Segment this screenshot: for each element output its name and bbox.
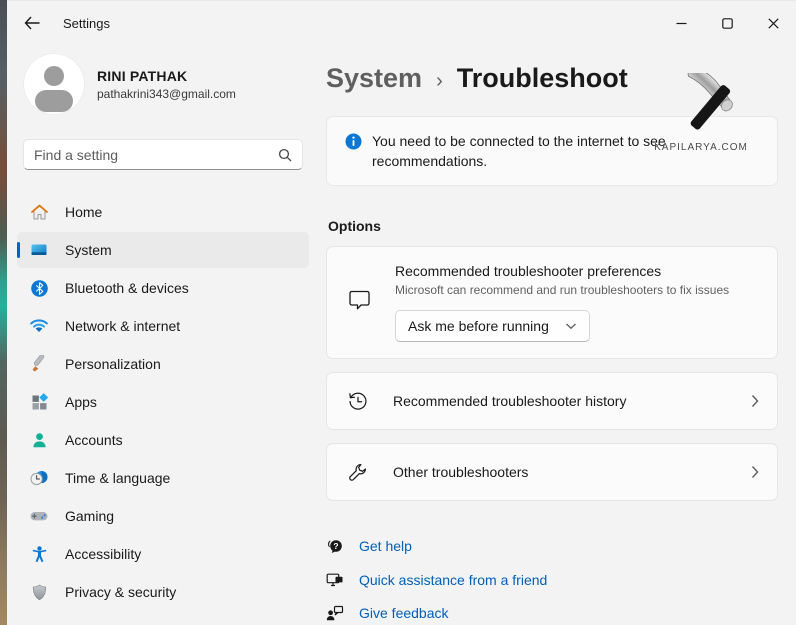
titlebar: Settings: [7, 1, 796, 45]
profile-section[interactable]: RINI PATHAK pathakrini343@gmail.com: [17, 45, 309, 131]
sidebar-item-time-language[interactable]: Time & language: [17, 460, 309, 496]
give-feedback-label: Give feedback: [359, 605, 449, 621]
app-title: Settings: [63, 16, 110, 31]
sidebar-nav: Home System: [17, 194, 309, 610]
apps-icon: [29, 392, 49, 412]
sidebar-item-system[interactable]: System: [17, 232, 309, 268]
quick-assist-icon: [326, 572, 344, 588]
minimize-icon: [676, 18, 687, 29]
help-links: ? Get help Quick assistance from a frien…: [326, 537, 778, 621]
sidebar-item-accessibility[interactable]: Accessibility: [17, 536, 309, 572]
history-label: Recommended troubleshooter history: [393, 393, 626, 409]
search-input[interactable]: [34, 147, 278, 163]
chevron-right-icon: [751, 394, 759, 408]
home-icon: [29, 202, 49, 222]
sidebar-item-label: System: [65, 242, 112, 258]
profile-name: RINI PATHAK: [97, 68, 236, 84]
close-button[interactable]: [750, 1, 796, 45]
privacy-icon: [29, 582, 49, 602]
settings-window: Settings RINI PATHAK pathakrini343@gm: [7, 0, 796, 625]
window-controls: [658, 1, 796, 45]
troubleshooter-history-card[interactable]: Recommended troubleshooter history: [326, 372, 778, 430]
watermark-caption: KAPILARYA.COM: [646, 142, 756, 153]
sidebar-item-label: Personalization: [65, 356, 161, 372]
gaming-icon: [29, 506, 49, 526]
get-help-link[interactable]: ? Get help: [326, 537, 778, 555]
troubleshooter-preference-dropdown[interactable]: Ask me before running: [395, 310, 590, 342]
breadcrumb-parent[interactable]: System: [326, 63, 422, 94]
accessibility-icon: [29, 544, 49, 564]
selected-accent-pill: [17, 242, 20, 258]
feedback-icon: [326, 605, 344, 621]
get-help-label: Get help: [359, 538, 412, 554]
sidebar-item-network-internet[interactable]: Network & internet: [17, 308, 309, 344]
minimize-button[interactable]: [658, 1, 704, 45]
system-icon: [29, 240, 49, 260]
sidebar: RINI PATHAK pathakrini343@gmail.com: [7, 45, 319, 625]
chevron-right-icon: [751, 465, 759, 479]
get-help-icon: ?: [326, 537, 344, 555]
sidebar-item-label: Network & internet: [65, 318, 180, 334]
sidebar-item-gaming[interactable]: Gaming: [17, 498, 309, 534]
options-section-label: Options: [328, 218, 778, 234]
sidebar-item-label: Bluetooth & devices: [65, 280, 189, 296]
sidebar-item-label: Apps: [65, 394, 97, 410]
sidebar-item-bluetooth-devices[interactable]: Bluetooth & devices: [17, 270, 309, 306]
svg-text:?: ?: [333, 541, 338, 551]
back-button[interactable]: [15, 8, 49, 38]
quick-assistance-link[interactable]: Quick assistance from a friend: [326, 572, 778, 588]
desktop-background-strip: [0, 0, 7, 625]
breadcrumb-separator: ›: [436, 70, 443, 93]
sidebar-item-personalization[interactable]: Personalization: [17, 346, 309, 382]
personalization-icon: [29, 354, 49, 374]
page-title: Troubleshoot: [457, 63, 628, 94]
sidebar-item-accounts[interactable]: Accounts: [17, 422, 309, 458]
other-troubleshooters-label: Other troubleshooters: [393, 464, 528, 480]
profile-email: pathakrini343@gmail.com: [97, 87, 236, 101]
preferences-title: Recommended troubleshooter preferences: [395, 263, 729, 279]
sidebar-item-label: Accounts: [65, 432, 123, 448]
wrench-icon: [347, 461, 369, 484]
maximize-icon: [722, 18, 733, 29]
close-icon: [768, 18, 779, 29]
sidebar-item-label: Time & language: [65, 470, 170, 486]
back-arrow-icon: [24, 16, 40, 30]
content-area: RINI PATHAK pathakrini343@gmail.com: [7, 45, 796, 625]
accounts-icon: [29, 430, 49, 450]
maximize-button[interactable]: [704, 1, 750, 45]
sidebar-item-privacy-security[interactable]: Privacy & security: [17, 574, 309, 610]
other-troubleshooters-card[interactable]: Other troubleshooters: [326, 443, 778, 501]
main-panel: KAPILARYA.COM System › Troubleshoot You …: [319, 45, 796, 625]
bluetooth-icon: [29, 278, 49, 298]
sidebar-item-label: Accessibility: [65, 546, 141, 562]
troubleshooter-preferences-card: Recommended troubleshooter preferences M…: [326, 246, 778, 359]
give-feedback-link[interactable]: Give feedback: [326, 605, 778, 621]
sidebar-item-home[interactable]: Home: [17, 194, 309, 230]
preferences-subtitle: Microsoft can recommend and run troubles…: [395, 283, 729, 297]
chat-bubble-icon: [347, 288, 371, 318]
info-icon: [345, 133, 362, 150]
time-language-icon: [29, 468, 49, 488]
sidebar-item-apps[interactable]: Apps: [17, 384, 309, 420]
watermark: KAPILARYA.COM: [646, 73, 756, 153]
sidebar-item-label: Home: [65, 204, 102, 220]
sidebar-item-label: Privacy & security: [65, 584, 176, 600]
history-icon: [347, 390, 369, 413]
hammer-icon: [653, 73, 749, 135]
dropdown-selected-value: Ask me before running: [408, 318, 549, 334]
network-icon: [29, 316, 49, 336]
search-icon[interactable]: [278, 148, 292, 162]
quick-assistance-label: Quick assistance from a friend: [359, 572, 547, 588]
sidebar-item-label: Gaming: [65, 508, 114, 524]
chevron-down-icon: [565, 322, 577, 330]
avatar: [23, 53, 85, 115]
search-box[interactable]: [23, 139, 303, 170]
